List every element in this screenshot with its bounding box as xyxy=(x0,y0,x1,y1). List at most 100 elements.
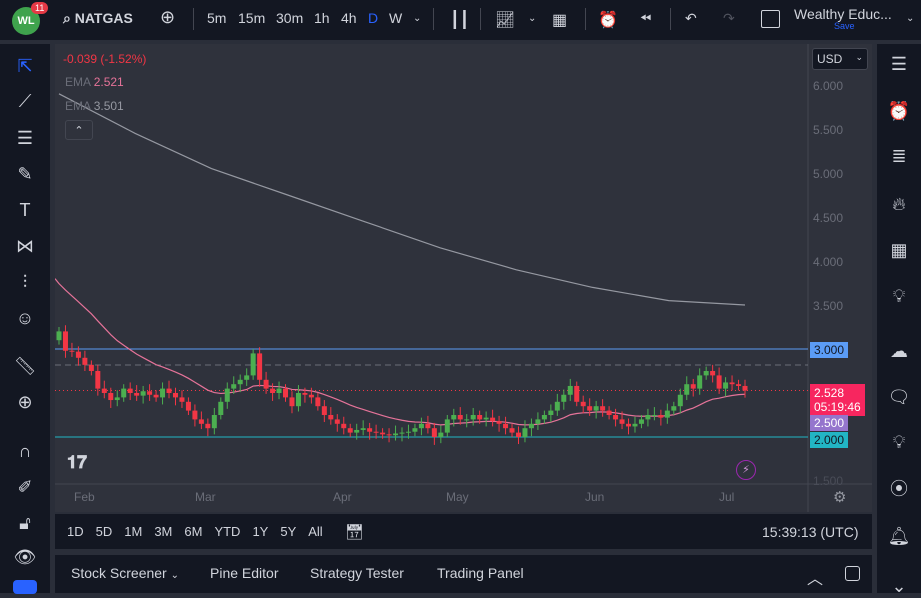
brush-icon[interactable]: ✎ xyxy=(13,162,37,186)
candle-body xyxy=(522,428,528,437)
ruler-icon[interactable]: 📏︎ xyxy=(13,354,37,378)
interval-w[interactable]: W xyxy=(389,10,402,26)
expand-icon[interactable]: ⌄ xyxy=(887,574,911,598)
redo-icon[interactable]: ↷ xyxy=(723,10,735,27)
time-label: Apr xyxy=(333,490,352,504)
candle-body xyxy=(328,415,334,420)
maximize-panel-icon[interactable] xyxy=(845,566,860,581)
eye-icon[interactable]: 👁︎ xyxy=(13,545,37,569)
lightning-event-icon[interactable]: ⚡︎ xyxy=(736,460,756,480)
candle-body xyxy=(431,428,437,437)
pattern-icon[interactable]: ⋈ xyxy=(13,234,37,258)
fullscreen-icon[interactable] xyxy=(761,10,780,28)
interval-5m[interactable]: 5m xyxy=(207,10,226,26)
candle-body xyxy=(308,394,314,398)
last-price-tag: 2.528 05:19:46 xyxy=(810,384,865,416)
fib-icon[interactable]: ☰ xyxy=(13,126,37,150)
tab-stock-screener[interactable]: Stock Screener ⌄ xyxy=(71,565,179,581)
tab-pine-editor[interactable]: Pine Editor xyxy=(210,565,278,581)
indicators-icon[interactable]: 📈︎ xyxy=(495,10,515,30)
range-1y[interactable]: 1Y xyxy=(252,524,268,539)
clock[interactable]: 15:39:13 (UTC) xyxy=(762,524,858,540)
chevron-down-icon[interactable]: ⌄ xyxy=(528,13,536,24)
interval-1h[interactable]: 1h xyxy=(314,10,330,26)
price-chart[interactable] xyxy=(55,44,872,512)
watchlist-icon[interactable]: ☰ xyxy=(887,52,911,76)
settings-gear-icon[interactable]: ⚙ xyxy=(833,488,846,506)
interval-15m[interactable]: 15m xyxy=(238,10,265,26)
alarm-clock-icon[interactable]: ⏰ xyxy=(887,99,911,123)
save-button[interactable]: Save xyxy=(834,21,855,31)
range-1d[interactable]: 1D xyxy=(67,524,84,539)
candle-body xyxy=(276,388,282,393)
candle-body xyxy=(664,410,670,418)
replay-icon[interactable]: ⏪︎ xyxy=(640,10,651,27)
layout-name[interactable]: Wealthy Educ... xyxy=(794,6,892,22)
candles-icon[interactable]: ┃┃ xyxy=(450,10,469,30)
range-5d[interactable]: 5D xyxy=(96,524,113,539)
range-5y[interactable]: 5Y xyxy=(280,524,296,539)
tab-strategy-tester[interactable]: Strategy Tester xyxy=(310,565,404,581)
lock-icon[interactable]: 🔓︎ xyxy=(13,511,37,535)
candle-body xyxy=(619,419,625,424)
interval-d[interactable]: D xyxy=(368,10,378,26)
magnet-icon[interactable]: ∩ xyxy=(13,439,37,463)
text-icon[interactable]: T xyxy=(13,198,37,222)
range-1m[interactable]: 1M xyxy=(124,524,142,539)
ema-legend-2[interactable]: EMA 3.501 xyxy=(65,99,124,113)
favorite-icon[interactable] xyxy=(13,580,37,594)
ideas-lightbulb-icon[interactable]: 💡︎ xyxy=(887,284,911,308)
candle-body xyxy=(464,419,470,421)
candle-body xyxy=(367,428,373,432)
candle-body xyxy=(69,350,75,352)
tips-icon[interactable]: 💡︎ xyxy=(887,430,911,454)
hotlist-fire-icon[interactable]: 🔥︎ xyxy=(887,192,911,216)
collapse-legend-button[interactable]: ⌃ xyxy=(65,120,93,140)
streams-icon[interactable]: ⦿ xyxy=(887,477,911,501)
notifications-bell-icon[interactable]: 🔔︎ xyxy=(887,524,911,548)
tab-trading-panel[interactable]: Trading Panel xyxy=(437,565,524,581)
date-range-icon[interactable]: 📅︎ xyxy=(345,523,364,541)
candle-body xyxy=(270,388,276,393)
range-all[interactable]: All xyxy=(308,524,322,539)
news-cloud-icon[interactable]: ☁ xyxy=(887,339,911,363)
chart-pane[interactable]: -0.039 (-1.52%) EMA 2.521 EMA 3.501 ⌃ US… xyxy=(55,44,872,512)
lock-drawing-icon[interactable]: ✐ xyxy=(13,475,37,499)
chevron-up-icon[interactable]: ︿ xyxy=(807,565,823,589)
compare-add-icon[interactable]: ⊕ xyxy=(160,7,175,28)
range-bar: 1D 5D 1M 3M 6M YTD 1Y 5Y All 📅︎ 15:39:13… xyxy=(55,514,872,549)
cursor-icon[interactable]: ⇱ xyxy=(13,54,37,78)
candle-body xyxy=(386,434,392,436)
zoom-in-icon[interactable]: ⊕ xyxy=(13,390,37,414)
range-3m[interactable]: 3M xyxy=(154,524,172,539)
right-sidebar: ☰ ⏰ ≣ 🔥︎ ▦ 💡︎ ☁ 🗨︎ 💡︎ ⦿ 🔔︎ ⌄ xyxy=(877,44,921,596)
level-tag-2500: 2.500 xyxy=(810,415,849,431)
prediction-icon[interactable]: ⫶ xyxy=(13,270,37,294)
candle-body xyxy=(179,397,185,402)
layouts-icon[interactable]: ▦ xyxy=(552,10,567,30)
calendar-icon[interactable]: ▦ xyxy=(887,238,911,262)
price-label: 1.500 xyxy=(813,474,844,488)
chevron-down-icon[interactable]: ⌄ xyxy=(413,13,421,24)
trendline-icon[interactable]: ⟋ xyxy=(13,89,37,113)
candle-body xyxy=(354,429,360,433)
object-tree-icon[interactable]: ≣ xyxy=(887,144,911,168)
chat-icon[interactable]: 🗨︎ xyxy=(887,385,911,409)
candle-body xyxy=(295,393,301,407)
symbol-search[interactable]: ⌕ NATGAS xyxy=(63,10,133,27)
range-ytd[interactable]: YTD xyxy=(214,524,240,539)
last-price: 2.528 xyxy=(814,386,845,400)
undo-icon[interactable]: ↶ xyxy=(685,10,697,27)
ema-legend-1[interactable]: EMA 2.521 xyxy=(65,75,124,89)
currency-select[interactable]: USD ⌄ xyxy=(812,48,868,70)
candle-body xyxy=(671,406,677,411)
alert-add-icon[interactable]: ⏰ xyxy=(598,10,618,30)
range-6m[interactable]: 6M xyxy=(184,524,202,539)
candle-body xyxy=(373,431,379,433)
interval-30m[interactable]: 30m xyxy=(276,10,303,26)
chevron-down-icon[interactable]: ⌄ xyxy=(906,13,914,24)
candle-body xyxy=(347,428,353,433)
emoji-icon[interactable]: ☺ xyxy=(13,306,37,330)
interval-4h[interactable]: 4h xyxy=(341,10,357,26)
bottom-panel: Stock Screener ⌄ Pine Editor Strategy Te… xyxy=(55,555,872,593)
